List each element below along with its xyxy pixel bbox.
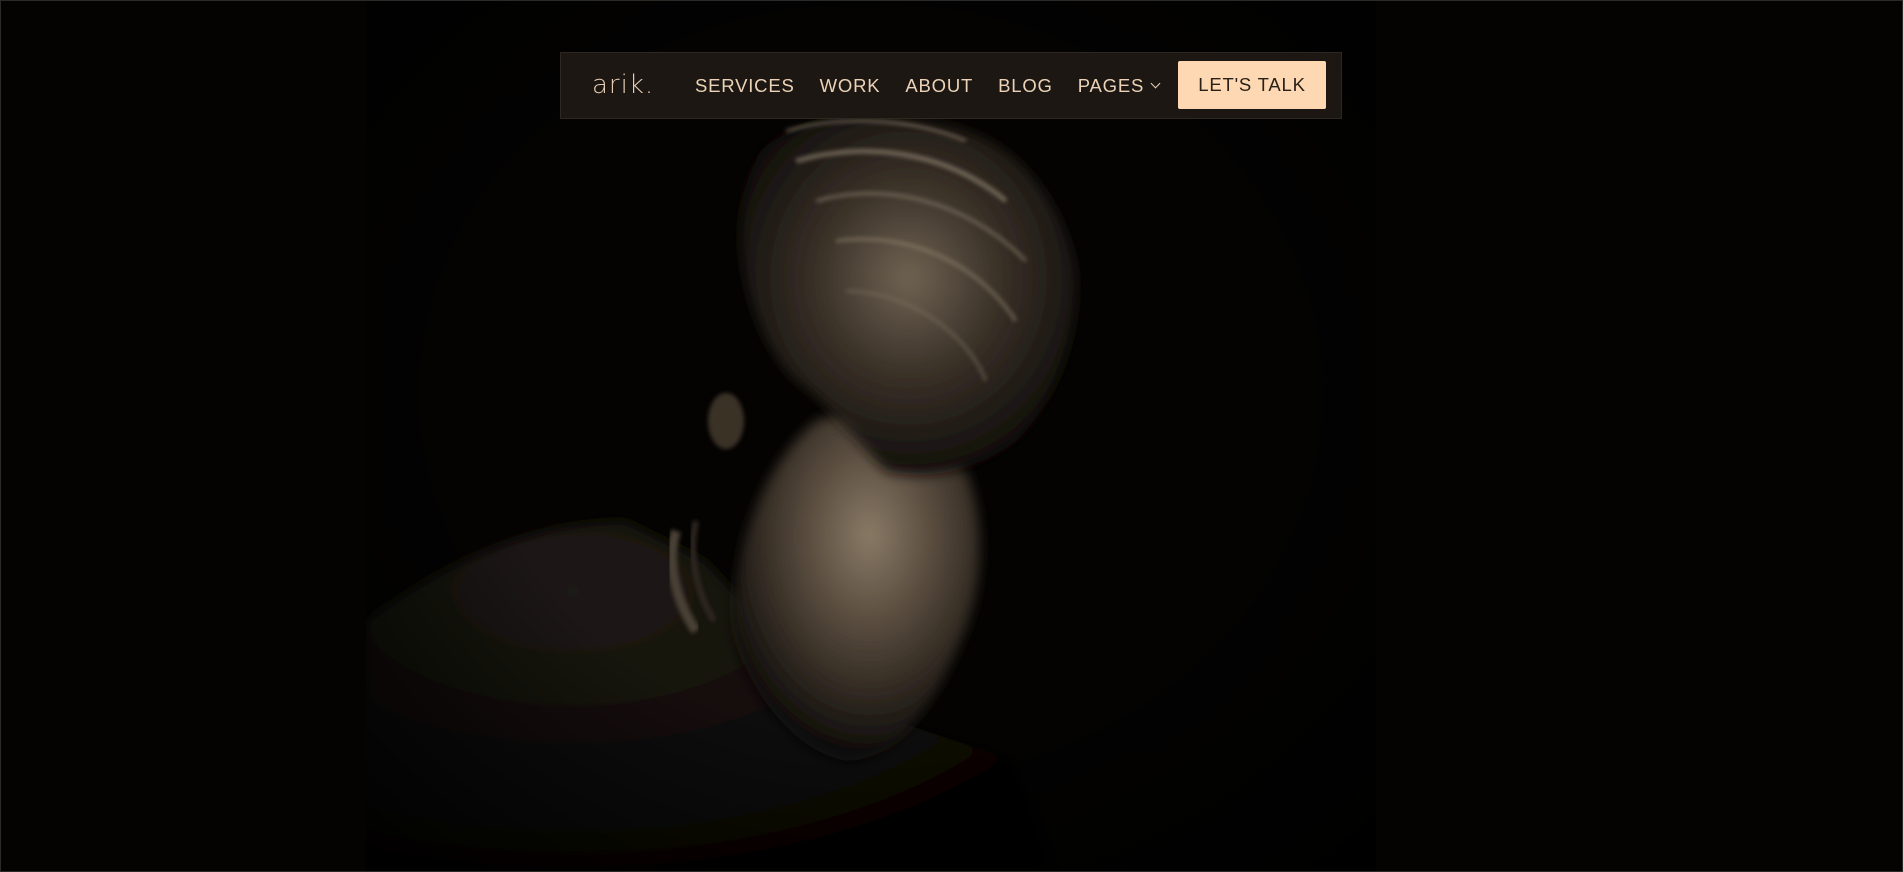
nav-link-work[interactable]: WORK [820,75,881,97]
nav-link-blog[interactable]: BLOG [998,75,1053,97]
nav-link-about[interactable]: ABOUT [905,75,973,97]
nav-link-services[interactable]: SERVICES [695,75,795,97]
nav-link-label: SERVICES [695,74,795,96]
chevron-down-icon [1150,78,1161,89]
hero-portrait-image [366,1,1376,871]
nav-menu: SERVICES WORK ABOUT BLOG PAGES [695,53,1184,118]
lets-talk-button[interactable]: LET'S TALK [1178,61,1326,109]
nav-link-label: PAGES [1077,74,1145,96]
nav-link-label: BLOG [998,74,1053,96]
nav-dropdown-pages[interactable]: PAGES [1077,74,1161,97]
page: arik. SERVICES WORK ABOUT BLOG PAGES LET… [0,0,1903,872]
site-logo[interactable]: arik. [592,67,654,103]
nav-link-label: WORK [819,74,881,96]
nav-link-label: ABOUT [905,74,974,96]
navigation-bar: arik. SERVICES WORK ABOUT BLOG PAGES LET… [560,52,1342,119]
